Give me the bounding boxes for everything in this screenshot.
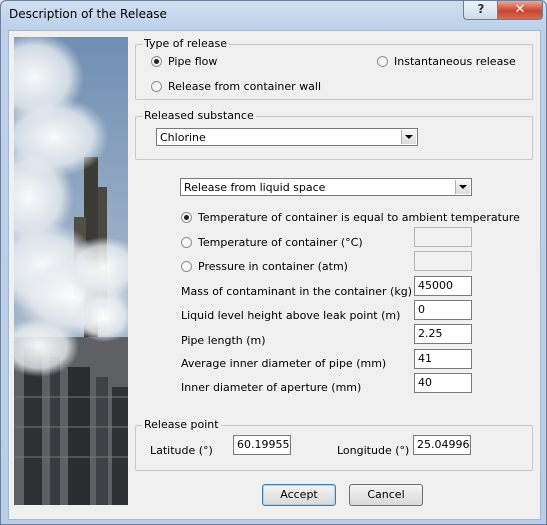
mass-field[interactable]: 45000 — [414, 276, 472, 296]
radio-container-wall-label: Release from container wall — [168, 80, 322, 93]
released-substance-legend: Released substance — [142, 109, 256, 123]
close-button[interactable]: ✕ — [497, 1, 543, 20]
radio-pressure-container[interactable]: Pressure in container (atm) — [181, 260, 348, 273]
dialog-window: Description of the Release ? ✕ Type of r… — [0, 0, 547, 525]
temp-container-field[interactable] — [414, 227, 472, 247]
radio-temp-container-label: Temperature of container (°C) — [198, 236, 363, 249]
title-bar[interactable]: Description of the Release ? ✕ — [1, 1, 546, 27]
radio-pipe-flow[interactable]: Pipe flow — [151, 55, 217, 68]
aperture-diameter-field[interactable]: 40 — [414, 373, 472, 393]
radio-container-wall[interactable]: Release from container wall — [151, 80, 321, 93]
window-title: Description of the Release — [9, 7, 167, 21]
pipe-length-field[interactable]: 2.25 — [414, 324, 472, 344]
radio-temp-container[interactable]: Temperature of container (°C) — [181, 236, 363, 249]
help-button[interactable]: ? — [463, 1, 499, 20]
radio-temp-ambient[interactable]: Temperature of container is equal to amb… — [181, 211, 520, 224]
accept-button[interactable]: Accept — [262, 484, 336, 506]
liquid-level-field[interactable]: 0 — [414, 300, 472, 320]
release-mode-value: Release from liquid space — [184, 181, 326, 194]
release-point-legend: Release point — [142, 418, 221, 432]
release-type-legend: Type of release — [142, 37, 229, 51]
release-mode-select[interactable]: Release from liquid space — [180, 178, 472, 196]
radio-instantaneous-release-label: Instantaneous release — [394, 55, 516, 68]
released-substance-group: Released substance Chlorine — [135, 109, 533, 160]
aperture-diameter-label: Inner diameter of aperture (mm) — [181, 381, 362, 394]
radio-selected-icon — [181, 212, 192, 223]
dropdown-arrow-icon — [455, 180, 470, 194]
liquid-level-label: Liquid level height above leak point (m) — [181, 309, 401, 322]
substance-select[interactable]: Chlorine — [156, 128, 418, 146]
dropdown-arrow-icon — [401, 130, 416, 144]
radio-pipe-flow-label: Pipe flow — [168, 55, 218, 68]
radio-unselected-icon — [151, 81, 162, 92]
pipe-diameter-label: Average inner diameter of pipe (mm) — [181, 357, 387, 370]
radio-temp-ambient-label: Temperature of container is equal to amb… — [198, 211, 520, 224]
radio-unselected-icon — [181, 261, 192, 272]
release-type-group: Type of release Pipe flow Instantaneous … — [135, 37, 533, 100]
mass-label: Mass of contaminant in the container (kg… — [181, 285, 412, 298]
longitude-field[interactable]: 25.04996 — [413, 435, 471, 455]
dialog-body: Type of release Pipe flow Instantaneous … — [8, 30, 541, 520]
pipe-length-label: Pipe length (m) — [181, 334, 266, 347]
latitude-label: Latitude (°) — [150, 444, 213, 457]
longitude-label: Longitude (°) — [337, 444, 410, 457]
radio-unselected-icon — [181, 237, 192, 248]
release-point-group: Release point Latitude (°) 60.19955 Long… — [135, 418, 533, 471]
pressure-container-field[interactable] — [414, 251, 472, 271]
substance-value: Chlorine — [160, 131, 206, 144]
pipe-diameter-field[interactable]: 41 — [414, 349, 472, 369]
radio-selected-icon — [151, 56, 162, 67]
radio-instantaneous-release[interactable]: Instantaneous release — [377, 55, 516, 68]
industrial-smoke-image — [14, 37, 128, 505]
latitude-field[interactable]: 60.19955 — [233, 435, 291, 455]
radio-unselected-icon — [377, 56, 388, 67]
radio-pressure-container-label: Pressure in container (atm) — [198, 260, 348, 273]
cancel-button[interactable]: Cancel — [349, 484, 423, 506]
